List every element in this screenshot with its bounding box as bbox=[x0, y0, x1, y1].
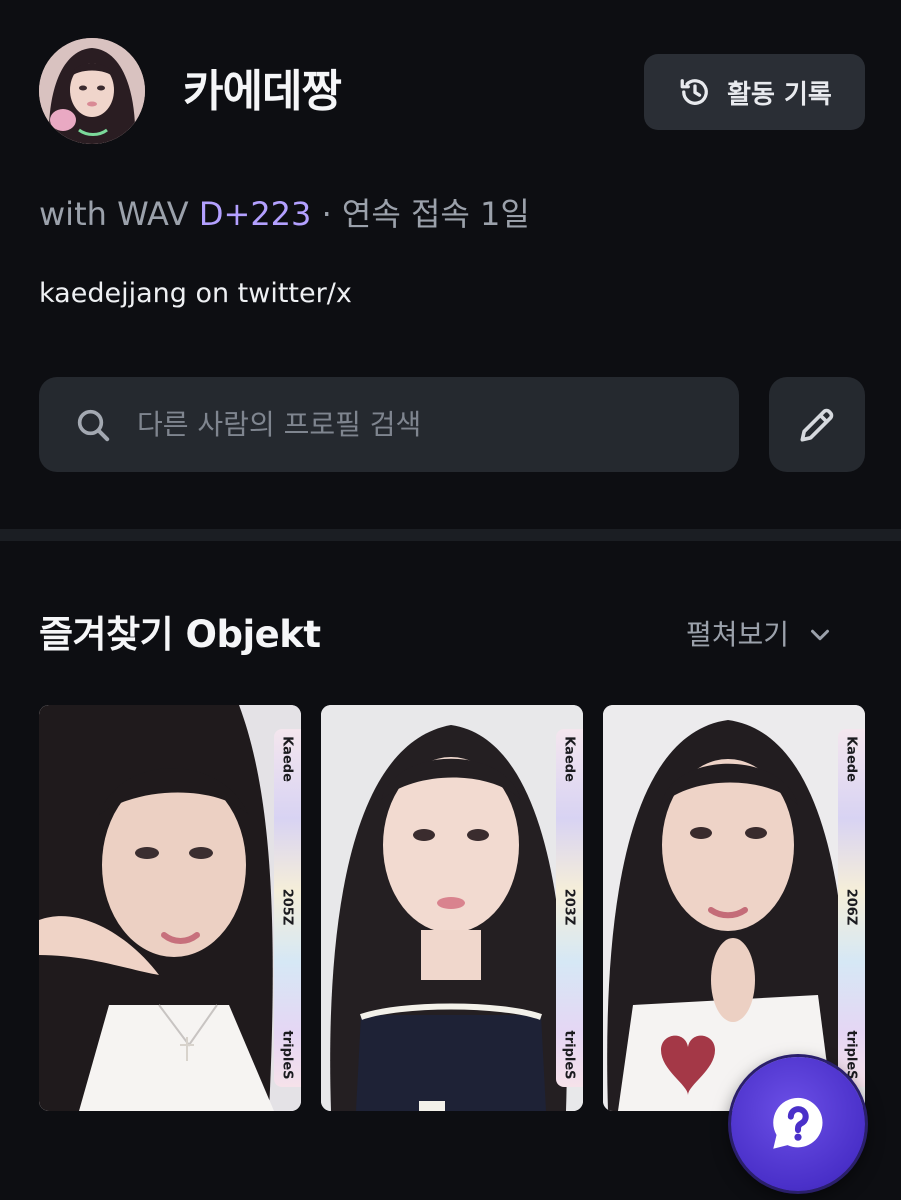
objekt-side-strip: Kaede 206Z tripleS bbox=[838, 729, 865, 1087]
activity-history-button[interactable]: 활동 기록 bbox=[644, 54, 865, 130]
profile-search-bar[interactable] bbox=[39, 377, 739, 472]
history-clock-icon bbox=[680, 79, 709, 105]
search-input[interactable] bbox=[135, 407, 699, 442]
stats-prefix: with WAV bbox=[39, 195, 189, 233]
profile-bio: kaedejjang on twitter/x bbox=[39, 278, 352, 309]
objekt-group: tripleS bbox=[843, 1030, 859, 1080]
objekt-group: tripleS bbox=[279, 1030, 295, 1080]
favorites-title: 즐겨찾기 Objekt bbox=[39, 613, 321, 656]
objekt-serial: 206Z bbox=[843, 888, 859, 926]
objekt-side-strip: Kaede 203Z tripleS bbox=[556, 729, 583, 1087]
membership-stats: with WAV D+223 · 연속 접속 1일 bbox=[39, 190, 530, 238]
activity-history-label: 활동 기록 bbox=[727, 79, 832, 110]
objekt-member: Kaede bbox=[561, 736, 577, 782]
chevron-down-icon bbox=[811, 629, 830, 641]
objekt-serial: 205Z bbox=[279, 888, 295, 926]
profile-page: 카에데짱 활동 기록 with WAV D+223 · 연속 접속 1일 kae… bbox=[0, 0, 901, 1200]
favorite-objekt-list: Kaede 205Z tripleS Kaede 203Z tripleS Ka… bbox=[39, 705, 865, 1111]
help-button[interactable] bbox=[731, 1057, 865, 1191]
expand-favorites-button[interactable]: 펼쳐보기 bbox=[686, 612, 835, 658]
search-icon bbox=[77, 409, 110, 441]
help-chat-icon bbox=[773, 1097, 823, 1149]
objekt-card[interactable]: Kaede 205Z tripleS bbox=[39, 705, 301, 1111]
username: 카에데짱 bbox=[183, 66, 342, 117]
expand-label: 펼쳐보기 bbox=[686, 618, 790, 651]
objekt-side-strip: Kaede 205Z tripleS bbox=[274, 729, 301, 1087]
objekt-member: Kaede bbox=[279, 736, 295, 782]
objekt-photo bbox=[321, 705, 583, 1111]
objekt-photo bbox=[603, 705, 865, 1111]
edit-profile-button[interactable] bbox=[769, 377, 865, 472]
section-divider bbox=[0, 529, 901, 541]
objekt-photo bbox=[39, 705, 301, 1111]
objekt-serial: 203Z bbox=[561, 888, 577, 926]
objekt-member: Kaede bbox=[843, 736, 859, 782]
objekt-card[interactable]: Kaede 203Z tripleS bbox=[321, 705, 583, 1111]
avatar-image bbox=[39, 38, 145, 144]
avatar[interactable] bbox=[39, 38, 145, 144]
dday-count: D+223 bbox=[198, 195, 312, 233]
login-streak: · 연속 접속 1일 bbox=[321, 195, 530, 233]
objekt-group: tripleS bbox=[561, 1030, 577, 1080]
objekt-card[interactable]: Kaede 206Z tripleS bbox=[603, 705, 865, 1111]
pencil-icon bbox=[800, 408, 834, 441]
